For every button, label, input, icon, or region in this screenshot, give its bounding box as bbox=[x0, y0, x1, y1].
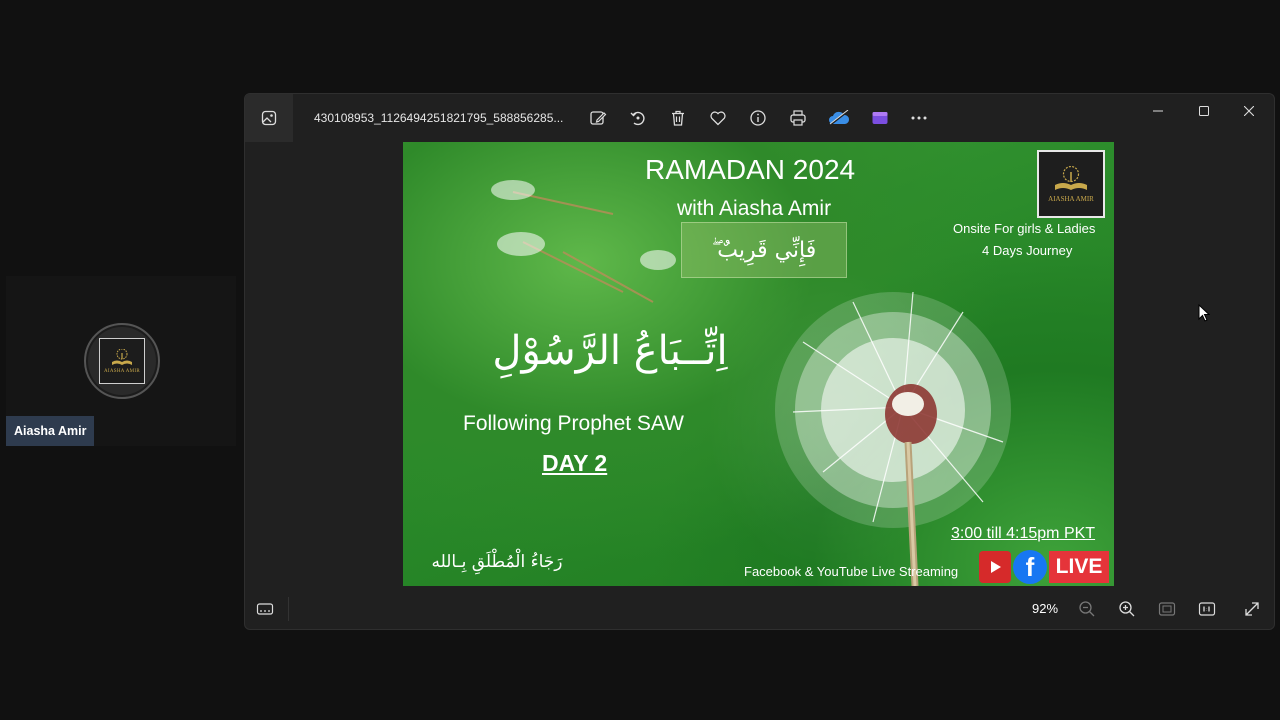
minimize-button[interactable] bbox=[1135, 94, 1181, 128]
actual-size-button[interactable] bbox=[1195, 597, 1219, 621]
poster-logo: AIASHA AMIR bbox=[1037, 150, 1105, 218]
filmstrip-icon bbox=[256, 603, 274, 615]
arabic-verse: فَإِنِّي قَرِيبٌ ۖ bbox=[711, 237, 817, 263]
minimize-icon bbox=[1153, 110, 1163, 112]
rotate-icon bbox=[630, 111, 645, 126]
facebook-icon: f bbox=[1013, 550, 1047, 584]
fit-window-icon bbox=[1158, 602, 1176, 616]
print-icon bbox=[790, 110, 806, 126]
photos-window: 430108953_1126494251821795_588856285... bbox=[244, 93, 1275, 630]
poster-logo-brand: AIASHA AMIR bbox=[1048, 194, 1094, 203]
youtube-icon bbox=[979, 551, 1011, 583]
delete-button[interactable] bbox=[666, 106, 690, 130]
zoom-out-button[interactable] bbox=[1075, 597, 1099, 621]
full-screen-button[interactable] bbox=[1240, 597, 1264, 621]
onedrive-button[interactable] bbox=[827, 106, 851, 130]
favorite-icon bbox=[710, 111, 726, 126]
clipchamp-icon bbox=[872, 112, 888, 124]
arabic-heading: اِتِّــبَاعُ الرَّسُوْلِ bbox=[492, 328, 728, 374]
zoom-out-icon bbox=[1079, 601, 1095, 617]
image-icon bbox=[261, 110, 277, 126]
participant-name-tag: Aiasha Amir bbox=[6, 416, 95, 446]
expand-icon bbox=[1245, 602, 1259, 616]
bottom-divider bbox=[288, 597, 289, 621]
favorite-button[interactable] bbox=[706, 106, 730, 130]
participant-avatar: AIASHA AMIR bbox=[84, 323, 160, 399]
avatar-logo: AIASHA AMIR bbox=[99, 338, 145, 384]
filmstrip-button[interactable] bbox=[253, 597, 277, 621]
actual-size-icon bbox=[1198, 602, 1216, 616]
arabic-verse-box: فَإِنِّي قَرِيبٌ ۖ bbox=[681, 222, 847, 278]
arabic-footer: رَجَاءُ الْمُطْلَقِ بِـالله bbox=[431, 552, 563, 572]
english-heading: Following Prophet SAW bbox=[463, 412, 684, 435]
print-button[interactable] bbox=[786, 106, 810, 130]
zoom-in-button[interactable] bbox=[1115, 597, 1139, 621]
delete-icon bbox=[672, 110, 684, 126]
mouse-cursor-icon bbox=[1198, 304, 1210, 322]
more-icon bbox=[911, 116, 927, 120]
edit-button[interactable] bbox=[586, 106, 610, 130]
avatar-brand-text: AIASHA AMIR bbox=[104, 368, 140, 374]
info-button[interactable] bbox=[746, 106, 770, 130]
file-name: 430108953_1126494251821795_588856285... bbox=[314, 111, 564, 125]
more-button[interactable] bbox=[907, 106, 931, 130]
poster-title: RAMADAN 2024 bbox=[645, 154, 856, 185]
onsite-text: Onsite For girls & Ladies bbox=[953, 221, 1096, 236]
close-icon bbox=[1244, 106, 1254, 116]
title-bar: 430108953_1126494251821795_588856285... bbox=[245, 94, 1274, 142]
live-badge: LIVE bbox=[1049, 551, 1109, 583]
rotate-button[interactable] bbox=[626, 106, 650, 130]
close-button[interactable] bbox=[1226, 94, 1272, 128]
clipchamp-button[interactable] bbox=[868, 106, 892, 130]
day-label: DAY 2 bbox=[542, 450, 608, 476]
info-icon bbox=[750, 110, 766, 126]
tree-book-icon bbox=[1055, 165, 1087, 190]
onedrive-icon bbox=[829, 110, 850, 126]
tree-book-icon bbox=[112, 348, 132, 365]
journey-text: 4 Days Journey bbox=[982, 243, 1073, 258]
edit-icon bbox=[590, 111, 607, 125]
image-viewer[interactable]: RAMADAN 2024 with Aiasha Amir فَإِنِّي ق… bbox=[245, 142, 1274, 589]
photos-app-icon[interactable] bbox=[245, 94, 293, 142]
zoom-in-icon bbox=[1119, 601, 1135, 617]
facebook-letter: f bbox=[1025, 551, 1035, 582]
streaming-text: Facebook & YouTube Live Streaming bbox=[744, 564, 959, 579]
poster-subtitle: with Aiasha Amir bbox=[677, 197, 832, 220]
maximize-icon bbox=[1199, 106, 1209, 116]
zoom-level: 92% bbox=[1032, 601, 1059, 616]
poster-image: RAMADAN 2024 with Aiasha Amir فَإِنِّي ق… bbox=[403, 142, 1114, 586]
maximize-button[interactable] bbox=[1181, 94, 1227, 128]
bottom-bar: 92% bbox=[245, 589, 1274, 629]
time-text: 3:00 till 4:15pm PKT bbox=[951, 525, 1096, 542]
fit-to-window-button[interactable] bbox=[1155, 597, 1179, 621]
